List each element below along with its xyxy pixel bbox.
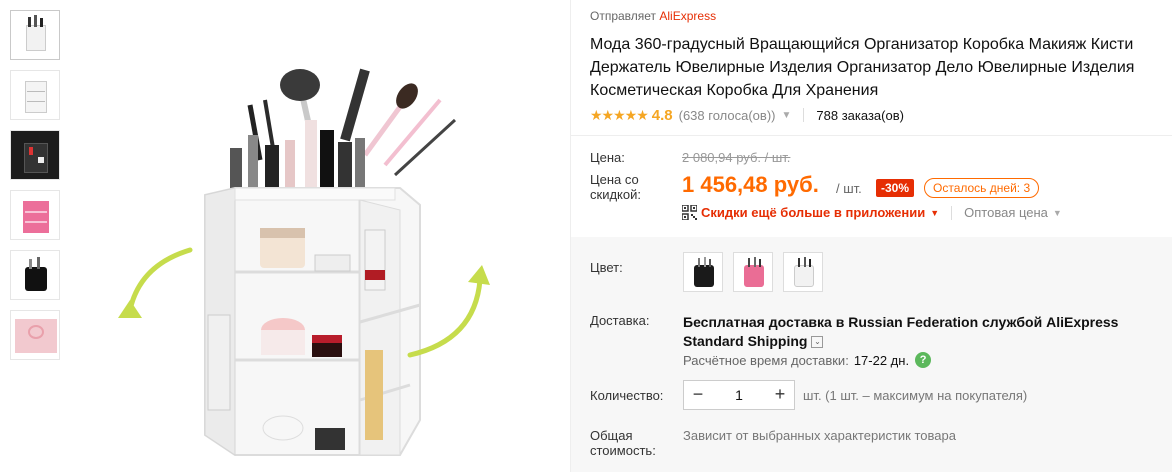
discount-price: 1 456,48 руб. <box>682 172 819 197</box>
app-deal-separator <box>951 205 953 220</box>
rating-separator <box>803 108 805 122</box>
price-per-unit: / шт. <box>836 181 862 196</box>
chevron-down-icon[interactable]: ▼ <box>781 110 791 121</box>
thumbnail-black-organizer[interactable] <box>10 130 60 180</box>
thumbnail-pink-gift-box[interactable] <box>10 310 60 360</box>
rating-votes-link[interactable]: (638 голоса(ов)) <box>679 108 776 123</box>
shipping-method-text: Бесплатная доставка в Russian Federation… <box>683 314 1119 349</box>
delivery-estimate-label: Расчётное время доставки: <box>683 352 849 368</box>
shipping-label: Доставка: <box>590 313 650 328</box>
help-icon[interactable]: ? <box>915 352 932 368</box>
app-deal-row: Скидки ещё больше в приложении ▼ Оптовая… <box>682 205 1062 220</box>
discount-badge: -30% <box>876 179 915 197</box>
discount-price-label: Цена со скидкой: <box>590 172 641 202</box>
product-title: Мода 360-градусный Вращающийся Организат… <box>590 36 1135 99</box>
thumbnail-white-organizer-side[interactable] <box>10 70 60 120</box>
product-main-image <box>118 68 490 456</box>
orders-count: 788 заказа(ов) <box>816 107 904 123</box>
color-option-black[interactable] <box>683 252 723 292</box>
total-label: Общая стоимость: <box>590 428 656 458</box>
organizer-body-illustration <box>204 187 421 456</box>
chevron-down-icon[interactable]: ▼ <box>930 208 939 218</box>
total-note: Зависит от выбранных характеристик товар… <box>683 428 956 443</box>
quantity-increase-button[interactable]: + <box>766 381 794 409</box>
thumbnail-black-organizer-small[interactable] <box>10 250 60 300</box>
chevron-down-icon[interactable]: ⌄ <box>811 336 824 349</box>
rating-bar: ★★★★★ 4.8 (638 голоса(ов)) ▼ 788 заказа(… <box>590 105 904 125</box>
thumbnail-strip <box>10 10 60 370</box>
seller-brand-link[interactable]: AliExpress <box>659 9 716 23</box>
brushes-illustration <box>230 68 457 195</box>
price-divider <box>570 135 1172 136</box>
app-deal-link[interactable]: Скидки ещё больше в приложении <box>701 205 925 220</box>
qr-code-icon <box>682 205 697 220</box>
color-swatches <box>683 252 823 292</box>
thumbnail-pink-organizer[interactable] <box>10 190 60 240</box>
days-left-badge: Осталось дней: 3 <box>924 178 1040 198</box>
seller-prefix: Отправляет <box>590 9 657 23</box>
delivery-estimate: Расчётное время доставки: 17-22 дн. ? <box>683 352 932 368</box>
rating-stars-icon: ★★★★★ <box>590 106 649 123</box>
seller-line: Отправляет AliExpress <box>590 9 716 23</box>
thumbnail-white-organizer[interactable] <box>10 10 60 60</box>
shipping-info: Бесплатная доставка в Russian Federation… <box>683 313 1163 351</box>
wholesale-price-link[interactable]: Оптовая цена <box>964 205 1048 220</box>
quantity-stepper: − 1 + <box>683 380 795 410</box>
color-label: Цвет: <box>590 260 623 275</box>
color-option-white[interactable] <box>783 252 823 292</box>
chevron-down-icon[interactable]: ▼ <box>1053 208 1062 218</box>
quantity-label: Количество: <box>590 388 664 403</box>
delivery-estimate-days: 17-22 дн. <box>853 352 910 368</box>
color-option-pink[interactable] <box>733 252 773 292</box>
quantity-input[interactable]: 1 <box>712 387 766 403</box>
quantity-limit-note: шт. (1 шт. – максимум на покупателя) <box>803 388 1028 403</box>
rating-score: 4.8 <box>651 106 673 124</box>
quantity-decrease-button[interactable]: − <box>684 381 712 409</box>
price-label: Цена: <box>590 150 625 165</box>
old-price: 2 080,94 руб. / шт. <box>682 150 791 165</box>
